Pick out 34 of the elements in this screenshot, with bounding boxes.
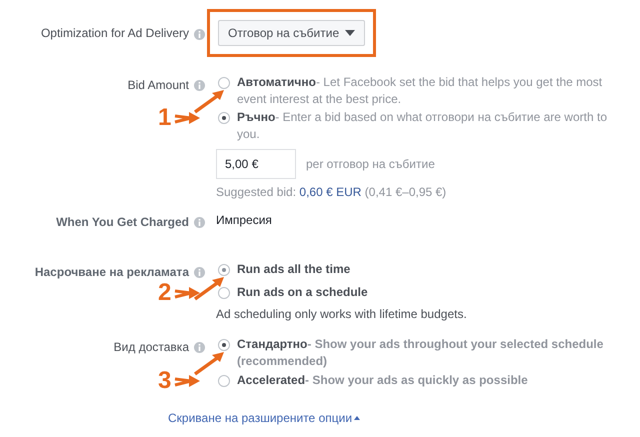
- unit-text: per отговор на събитие: [306, 157, 435, 171]
- radio-button[interactable]: [218, 112, 230, 124]
- field-label: When You Get Charged: [56, 215, 189, 229]
- field-label: Вид доставка: [114, 340, 189, 354]
- optimization-dropdown[interactable]: Отговор на събитие: [218, 20, 366, 46]
- field-label: Bid Amount: [128, 78, 189, 92]
- annotation-number: 1: [158, 105, 172, 131]
- radio-button[interactable]: [218, 375, 230, 387]
- option-label: Run ads on a schedule: [237, 284, 368, 301]
- field-label: Optimization for Ad Delivery: [40, 26, 189, 40]
- radio-button[interactable]: [218, 287, 230, 299]
- field-label: Насрочване на рекламата: [34, 265, 189, 279]
- suggested-bid-text: Suggested bid: 0,60 € EUR (0,41 €–0,95 €): [216, 185, 448, 199]
- option-label: Стандартно- Show your ads throughout your selected schedule (recommended): [237, 336, 604, 370]
- info-icon[interactable]: [194, 342, 205, 353]
- info-icon[interactable]: [194, 80, 205, 91]
- option-label: Автоматично- Let Facebook set the bid that helps you get the most event interest at the best price.: [237, 74, 604, 108]
- info-icon[interactable]: [194, 267, 205, 278]
- annotation-number: 3: [158, 368, 172, 394]
- note-text: Ad scheduling only works with lifetime budgets.: [216, 307, 468, 321]
- radio-button[interactable]: [218, 264, 230, 276]
- caret-icon: [354, 416, 360, 420]
- hide-options-link[interactable]: Скриване на разширените опции: [168, 411, 360, 425]
- annotation-number: 2: [158, 280, 172, 306]
- info-icon[interactable]: [194, 28, 205, 40]
- radio-button[interactable]: [218, 339, 230, 351]
- option-label: Accelerated- Show your ads as quickly as possible: [237, 372, 528, 389]
- radio-button[interactable]: [218, 77, 230, 89]
- bid-input[interactable]: 5,00 €: [216, 149, 296, 179]
- info-icon[interactable]: [194, 217, 205, 228]
- charged-value: Импресия: [216, 213, 272, 227]
- caret-icon: [345, 30, 356, 36]
- option-label: Run ads all the time: [237, 261, 350, 278]
- option-label: Ръчно- Enter a bid based on what отговори на събитие are worth to you.: [237, 109, 608, 143]
